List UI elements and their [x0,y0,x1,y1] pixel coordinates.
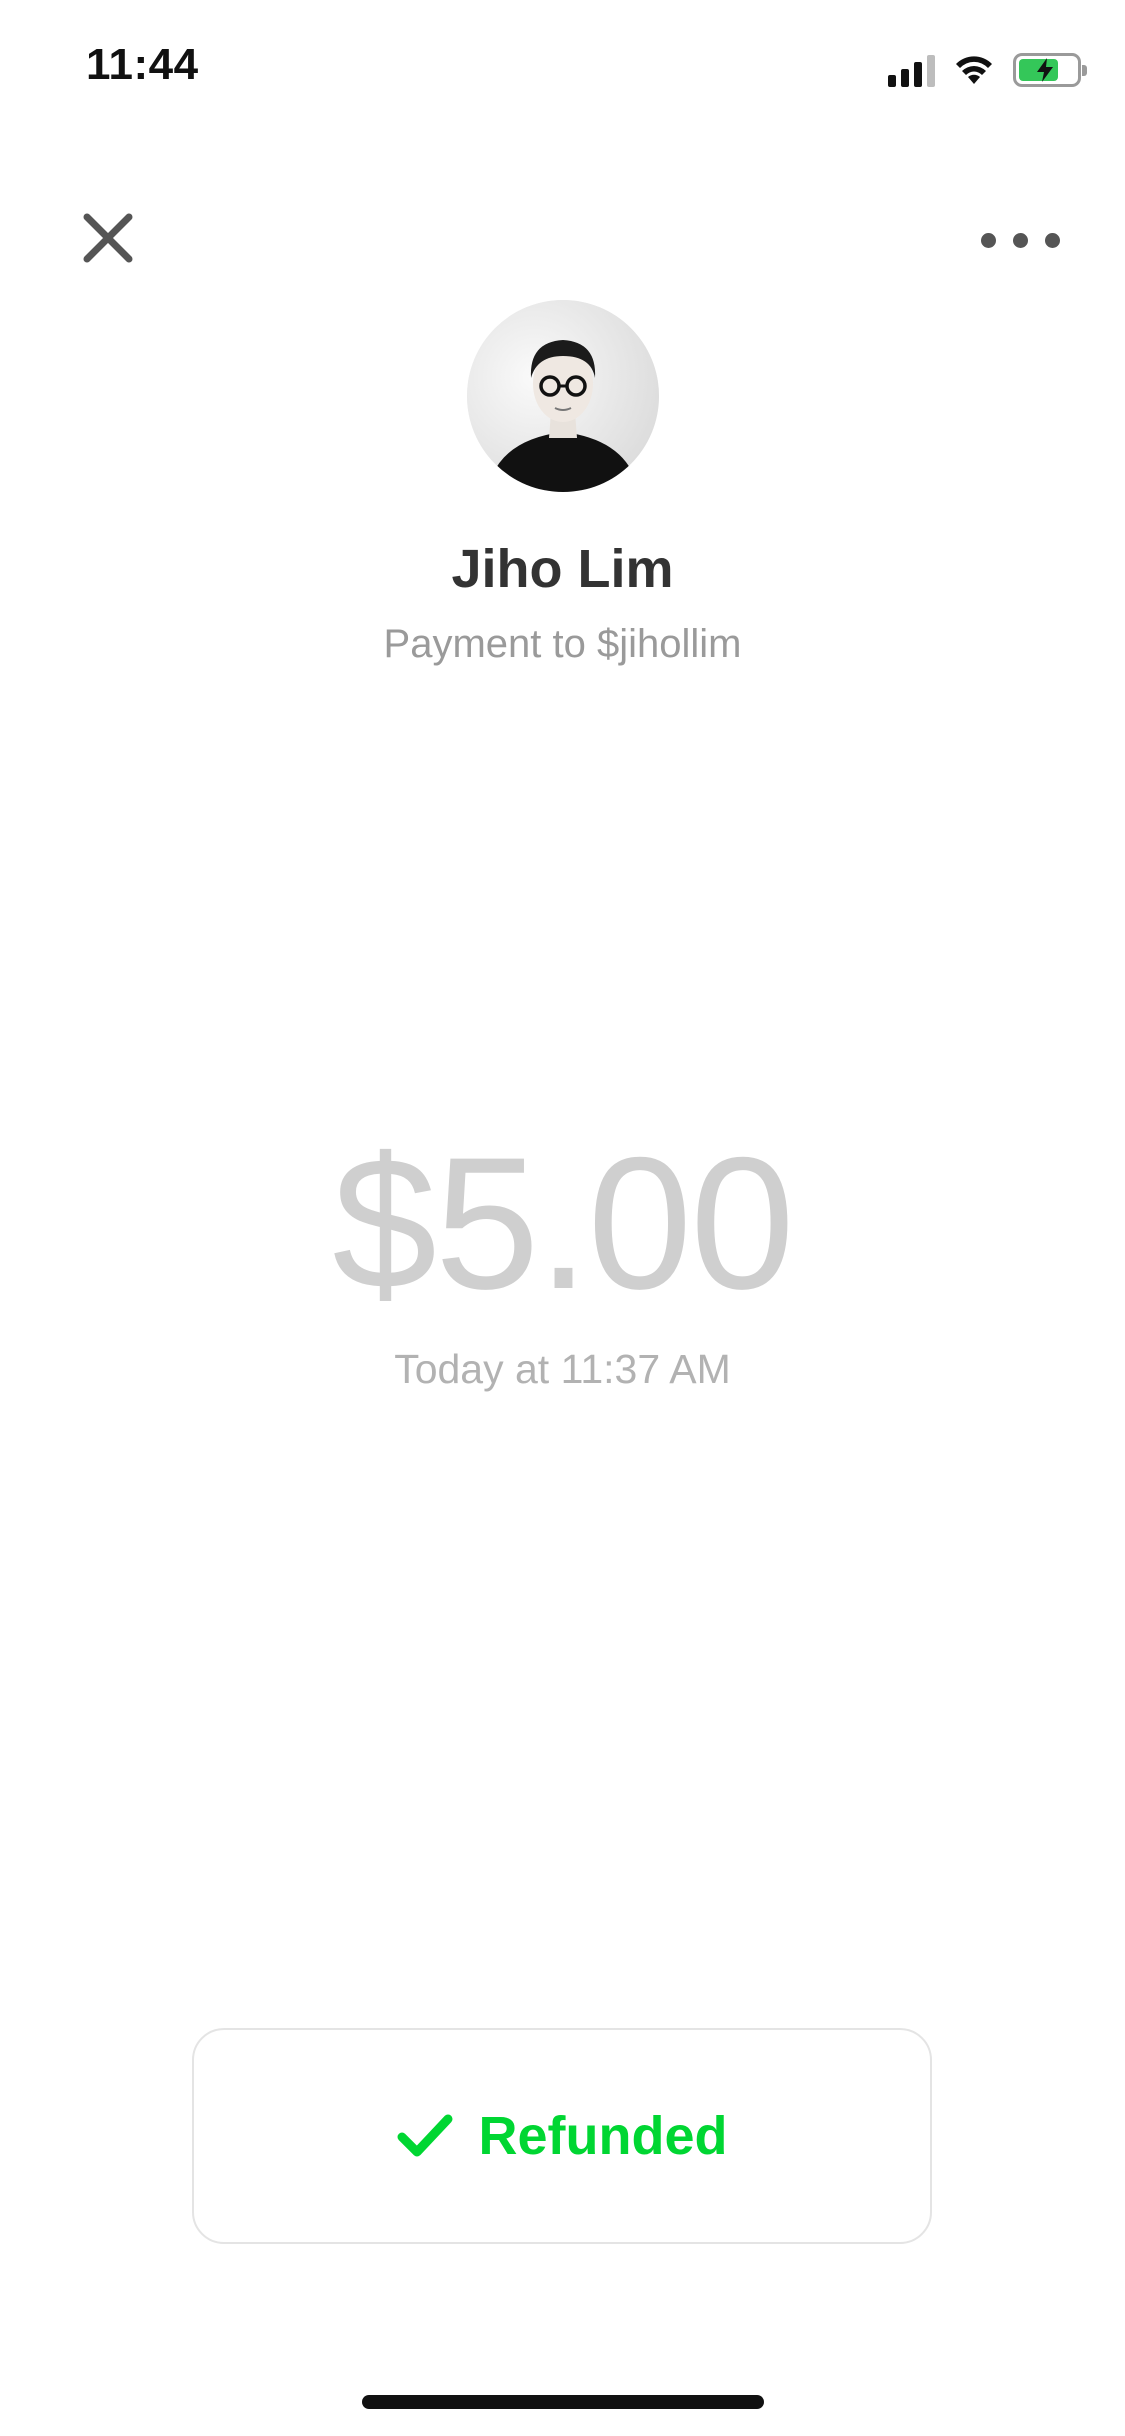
wifi-icon [956,56,992,84]
more-options-icon [980,232,996,248]
status-time: 11:44 [86,40,199,89]
cellular-signal-icon [888,53,935,87]
payment-detail-screen: 11:44 Jiho Lim Payment to $jihollim $5.0… [0,0,1125,2436]
more-options-button[interactable] [965,210,1075,270]
home-indicator[interactable] [362,2395,764,2409]
refunded-status-button[interactable]: Refunded [192,2028,932,2244]
recipient-name: Jiho Lim [451,539,674,599]
status-label: Refunded [478,2106,728,2166]
battery-charging-icon [1013,53,1087,87]
payment-subtitle: Payment to $jihollim [383,622,742,666]
checkmark-icon [397,2114,452,2157]
payment-amount: $5.00 [332,1118,794,1328]
status-icons [888,48,1087,92]
avatar [467,300,659,492]
payment-timestamp: Today at 11:37 AM [394,1346,731,1392]
close-button[interactable] [70,200,146,276]
close-icon [83,213,133,263]
